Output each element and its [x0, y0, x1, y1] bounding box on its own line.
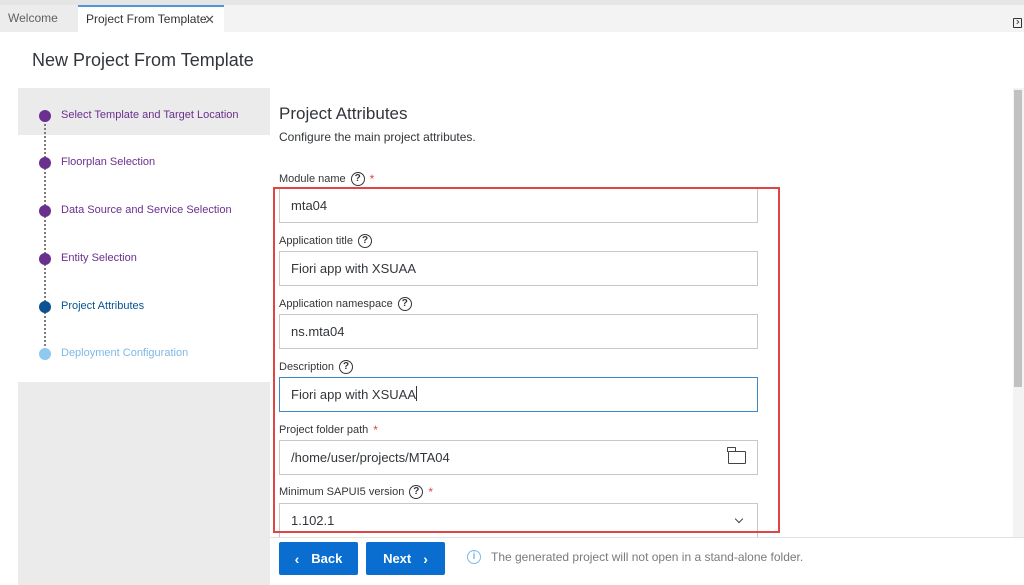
step-deployment-configuration[interactable]: Deployment Configuration	[18, 344, 270, 364]
help-icon[interactable]: ?	[350, 172, 365, 186]
sapui5-version-label: Minimum SAPUI5 version ? *	[279, 485, 433, 499]
folder-path-value: /home/user/projects/MTA04	[291, 450, 450, 465]
close-icon[interactable]: ✕	[204, 7, 215, 32]
info-icon: i	[467, 550, 481, 564]
step-label: Entity Selection	[61, 252, 137, 264]
step-label: Deployment Configuration	[61, 347, 189, 359]
form-area: Project Attributes Configure the main pr…	[279, 88, 1014, 538]
module-name-label-text: Module name	[279, 173, 346, 185]
step-project-attributes[interactable]: Project Attributes	[18, 297, 270, 317]
step-label: Floorplan Selection	[61, 156, 156, 168]
step-indicator-icon	[39, 110, 51, 122]
step-indicator-icon	[39, 157, 51, 169]
footer-divider	[270, 537, 1024, 538]
app-title-value: Fiori app with XSUAA	[291, 261, 416, 276]
folder-path-input[interactable]: /home/user/projects/MTA04	[279, 440, 758, 475]
step-select-template[interactable]: Select Template and Target Location	[18, 106, 270, 126]
folder-icon[interactable]	[727, 447, 746, 464]
info-message: i The generated project will not open in…	[467, 550, 803, 564]
required-indicator: *	[428, 485, 433, 499]
required-indicator: *	[373, 423, 378, 437]
app-title-input[interactable]: Fiori app with XSUAA	[279, 251, 758, 286]
chevron-right-icon: ›	[423, 550, 428, 567]
app-title-label-text: Application title	[279, 235, 353, 247]
section-description: Configure the main project attributes.	[279, 130, 476, 144]
wizard-steps: Select Template and Target Location Floo…	[18, 88, 270, 382]
module-name-input[interactable]: mta04	[279, 188, 758, 223]
module-name-label: Module name ? *	[279, 172, 374, 186]
sidebar-bottom-panel	[18, 382, 270, 585]
description-input[interactable]: Fiori app with XSUAA	[279, 377, 758, 412]
app-title-label: Application title ?	[279, 234, 372, 248]
description-value: Fiori app with XSUAA	[291, 387, 416, 402]
editor-tab-bar: Welcome Project From Template ✕	[0, 5, 1024, 32]
step-label: Project Attributes	[61, 300, 145, 312]
step-indicator-icon	[39, 301, 51, 313]
sapui5-version-select[interactable]: 1.102.1	[279, 503, 758, 538]
module-name-value: mta04	[291, 198, 328, 213]
page-title: New Project From Template	[32, 50, 254, 70]
tab-project-from-template[interactable]: Project From Template ✕	[78, 5, 224, 32]
help-icon[interactable]: ?	[358, 234, 372, 248]
back-button-label: Back	[311, 551, 343, 566]
tab-welcome[interactable]: Welcome	[0, 5, 78, 32]
app-namespace-label-text: Application namespace	[279, 298, 393, 310]
section-title: Project Attributes	[279, 104, 408, 123]
app-namespace-label: Application namespace ?	[279, 297, 412, 311]
open-panel-icon[interactable]	[1013, 18, 1022, 28]
description-label: Description ?	[279, 360, 354, 374]
folder-path-label: Project folder path *	[279, 423, 378, 437]
step-indicator-icon	[39, 348, 51, 360]
description-label-text: Description	[279, 361, 335, 373]
folder-path-label-text: Project folder path	[279, 424, 369, 436]
info-text: The generated project will not open in a…	[491, 550, 804, 564]
sapui5-version-label-text: Minimum SAPUI5 version	[279, 486, 405, 498]
back-button[interactable]: ‹ Back	[279, 542, 358, 575]
app-namespace-input[interactable]: ns.mta04	[279, 314, 758, 349]
step-label: Select Template and Target Location	[61, 109, 239, 121]
help-icon[interactable]: ?	[397, 297, 412, 311]
sapui5-version-value: 1.102.1	[291, 513, 335, 528]
tab-welcome-label: Welcome	[8, 11, 58, 25]
text-cursor	[416, 386, 417, 401]
next-button-label: Next	[383, 551, 412, 566]
step-indicator-icon	[39, 253, 51, 265]
step-data-source[interactable]: Data Source and Service Selection	[18, 201, 270, 221]
tab-project-from-template-label: Project From Template	[86, 12, 207, 26]
step-entity-selection[interactable]: Entity Selection	[18, 249, 270, 269]
step-floorplan[interactable]: Floorplan Selection	[18, 153, 270, 173]
scrollbar-thumb[interactable]	[1014, 90, 1022, 387]
required-indicator: *	[369, 172, 375, 186]
step-indicator-icon	[39, 205, 51, 217]
help-icon[interactable]: ?	[339, 360, 354, 374]
chevron-left-icon: ‹	[294, 550, 300, 567]
step-label: Data Source and Service Selection	[61, 204, 232, 216]
chevron-down-icon[interactable]	[734, 514, 744, 524]
help-icon[interactable]: ?	[409, 485, 424, 499]
app-namespace-value: ns.mta04	[291, 324, 345, 339]
next-button[interactable]: Next ›	[366, 542, 445, 575]
